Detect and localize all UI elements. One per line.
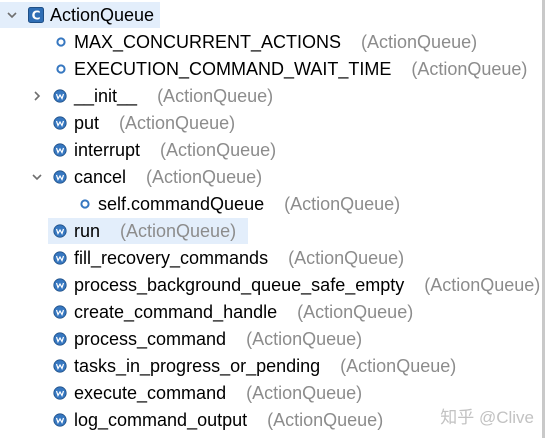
item-name: put (74, 113, 100, 133)
item-name: self.commandQueue (98, 194, 265, 214)
item-owner: (ActionQueue) (361, 32, 478, 52)
item-owner: (ActionQueue) (411, 59, 528, 79)
item-name: cancel (74, 167, 127, 187)
tree-item-text: execute_command (ActionQueue) (74, 380, 362, 406)
tree-item-text: fill_recovery_commands (ActionQueue) (74, 245, 404, 271)
item-owner: (ActionQueue) (340, 356, 457, 376)
item-owner: (ActionQueue) (120, 221, 237, 241)
item-owner: (ActionQueue) (297, 302, 414, 322)
item-owner: (ActionQueue) (160, 140, 277, 160)
item-name: fill_recovery_commands (74, 248, 269, 268)
item-owner: (ActionQueue) (246, 383, 363, 403)
tree-item-text: interrupt (ActionQueue) (74, 137, 276, 163)
svg-text:C: C (32, 9, 41, 23)
item-owner: (ActionQueue) (119, 113, 236, 133)
method-icon (53, 299, 67, 325)
item-name: run (74, 221, 101, 241)
field-icon (56, 56, 66, 82)
tree-item-text: put (ActionQueue) (74, 110, 235, 136)
tree-item-text: log_command_output (ActionQueue) (74, 407, 383, 433)
item-owner: (ActionQueue) (424, 275, 541, 295)
item-name: execute_command (74, 383, 227, 403)
method-icon (53, 326, 67, 352)
item-name: MAX_CONCURRENT_ACTIONS (74, 32, 342, 52)
tree-item-text: MAX_CONCURRENT_ACTIONS (ActionQueue) (74, 29, 477, 55)
method-icon (53, 353, 67, 379)
watermark: 知乎 @Clive (440, 408, 534, 427)
method-icon (53, 218, 67, 244)
expand-chevron-icon[interactable] (30, 83, 44, 109)
class-icon: C (28, 2, 44, 28)
outline-view: C ActionQueue MAX_CONCURRENT_ACTIONS (Act… (0, 0, 545, 438)
item-owner: (ActionQueue) (157, 86, 274, 106)
tree-item-text: process_background_queue_safe_empty (Acti… (74, 272, 540, 298)
item-name: log_command_output (74, 410, 248, 430)
tree-root-class[interactable]: C ActionQueue (0, 2, 160, 28)
method-icon (53, 137, 67, 163)
item-name: EXECUTION_COMMAND_WAIT_TIME (74, 59, 392, 79)
collapse-chevron-icon[interactable] (5, 2, 19, 28)
item-name: process_background_queue_safe_empty (74, 275, 405, 295)
method-icon (53, 272, 67, 298)
method-icon (53, 245, 67, 271)
collapse-chevron-icon[interactable] (30, 164, 44, 190)
item-name: tasks_in_progress_or_pending (74, 356, 321, 376)
item-owner: (ActionQueue) (246, 329, 363, 349)
item-owner: (ActionQueue) (284, 194, 401, 214)
method-icon (53, 83, 67, 109)
tree-item-text: create_command_handle (ActionQueue) (74, 299, 413, 325)
method-icon (53, 164, 67, 190)
item-owner: (ActionQueue) (288, 248, 405, 268)
tree-item[interactable]: run (ActionQueue) (48, 218, 248, 244)
tree-item-text: self.commandQueue (ActionQueue) (98, 191, 400, 217)
tree-item-text: cancel (ActionQueue) (74, 164, 262, 190)
item-name: process_command (74, 329, 227, 349)
method-icon (53, 110, 67, 136)
root-label: ActionQueue (50, 5, 155, 25)
field-icon (56, 29, 66, 55)
item-owner: (ActionQueue) (146, 167, 263, 187)
tree-item-text: process_command (ActionQueue) (74, 326, 362, 352)
method-icon (53, 380, 67, 406)
item-name: create_command_handle (74, 302, 278, 322)
tree-item-text: run (ActionQueue) (74, 218, 236, 244)
tree-item-text: tasks_in_progress_or_pending (ActionQueue… (74, 353, 456, 379)
field-icon (80, 191, 90, 217)
tree-item-text: __init__ (ActionQueue) (74, 83, 273, 109)
method-icon (53, 407, 67, 433)
tree-item-text: EXECUTION_COMMAND_WAIT_TIME (ActionQueue) (74, 56, 527, 82)
item-owner: (ActionQueue) (267, 410, 384, 430)
item-name: interrupt (74, 140, 141, 160)
item-name: __init__ (74, 86, 138, 106)
